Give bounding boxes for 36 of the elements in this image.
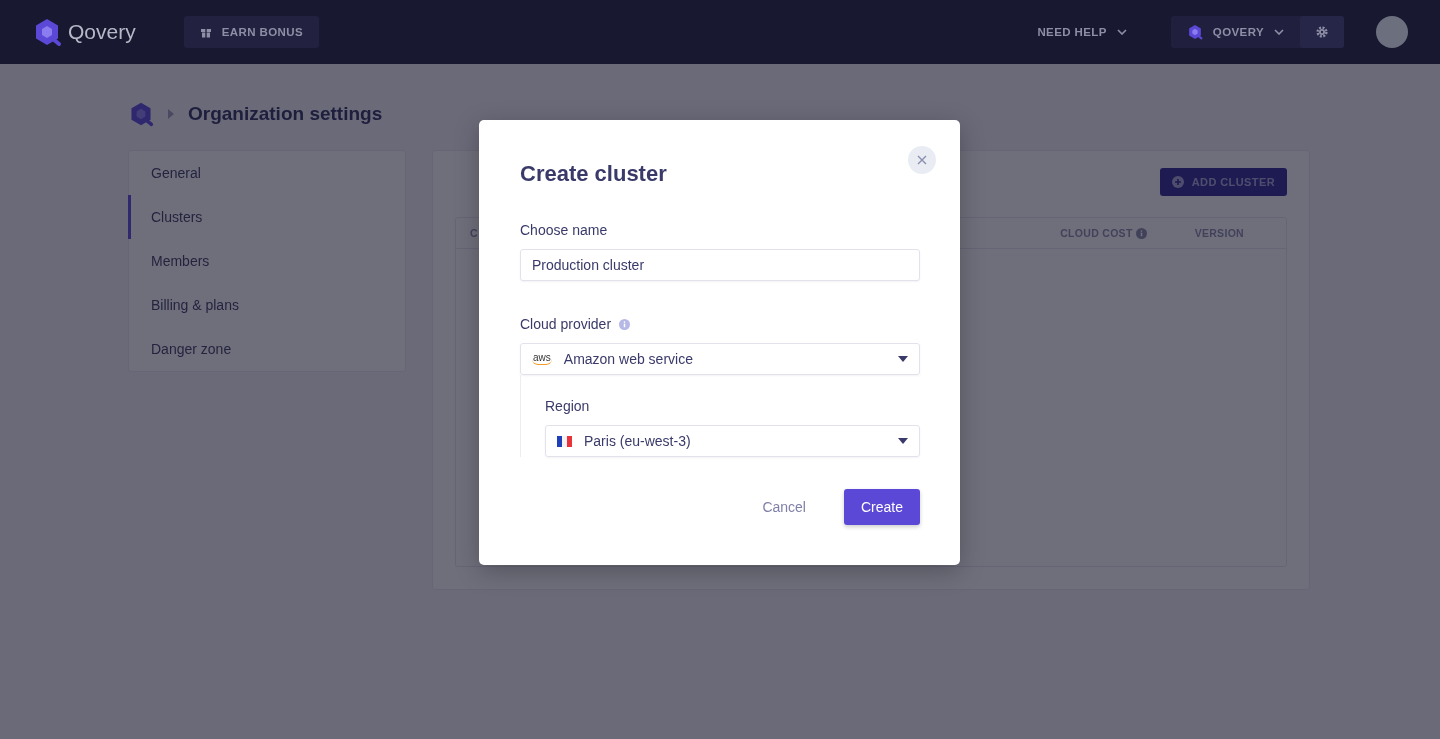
caret-icon — [898, 356, 908, 362]
field-label: Choose name — [520, 222, 608, 238]
info-icon — [1135, 227, 1147, 239]
sidebar-item[interactable]: Danger zone — [128, 327, 405, 371]
dialog-title: Create cluster — [520, 161, 668, 187]
page-title: Organization settings — [188, 103, 383, 125]
name-field[interactable]: Production cluster — [520, 249, 920, 281]
sidebar-item[interactable]: General — [128, 151, 405, 195]
close-button[interactable] — [908, 146, 936, 174]
earn-bonus-button[interactable]: EARN BONUS — [183, 16, 319, 48]
provider-logo: aws — [532, 353, 552, 365]
field-label: Region — [545, 398, 590, 414]
need-help-button[interactable]: NEED HELP — [1021, 16, 1143, 48]
chevron-icon — [1116, 29, 1127, 35]
sidebar-item[interactable]: Clusters — [128, 195, 405, 239]
plus-icon — [1171, 176, 1184, 188]
flag-icon — [557, 435, 572, 447]
chevron-icon — [1274, 29, 1284, 35]
settings-button[interactable] — [1300, 16, 1344, 48]
sidebar-item[interactable]: Billing & plans — [128, 283, 405, 327]
sidebar-item[interactable]: Members — [128, 239, 405, 283]
settings-icon — [1316, 26, 1328, 38]
region-select[interactable]: Paris (eu-west-3) — [545, 425, 920, 457]
field-label: Cloud provider — [520, 316, 612, 332]
create-button[interactable]: Create — [843, 489, 920, 525]
provider-select[interactable]: aws Amazon web service — [520, 343, 920, 375]
cancel-button[interactable]: Cancel — [756, 489, 812, 525]
breadcrumb-arrow-icon — [168, 109, 174, 119]
user-avatar[interactable] — [1376, 16, 1408, 48]
caret-icon — [898, 438, 908, 444]
organization-icon — [128, 101, 154, 127]
organization-icon — [1186, 24, 1203, 40]
close-icon — [917, 155, 927, 165]
info-icon — [619, 318, 631, 330]
gift-icon — [199, 26, 212, 38]
logo-text: Qovery — [68, 20, 136, 44]
